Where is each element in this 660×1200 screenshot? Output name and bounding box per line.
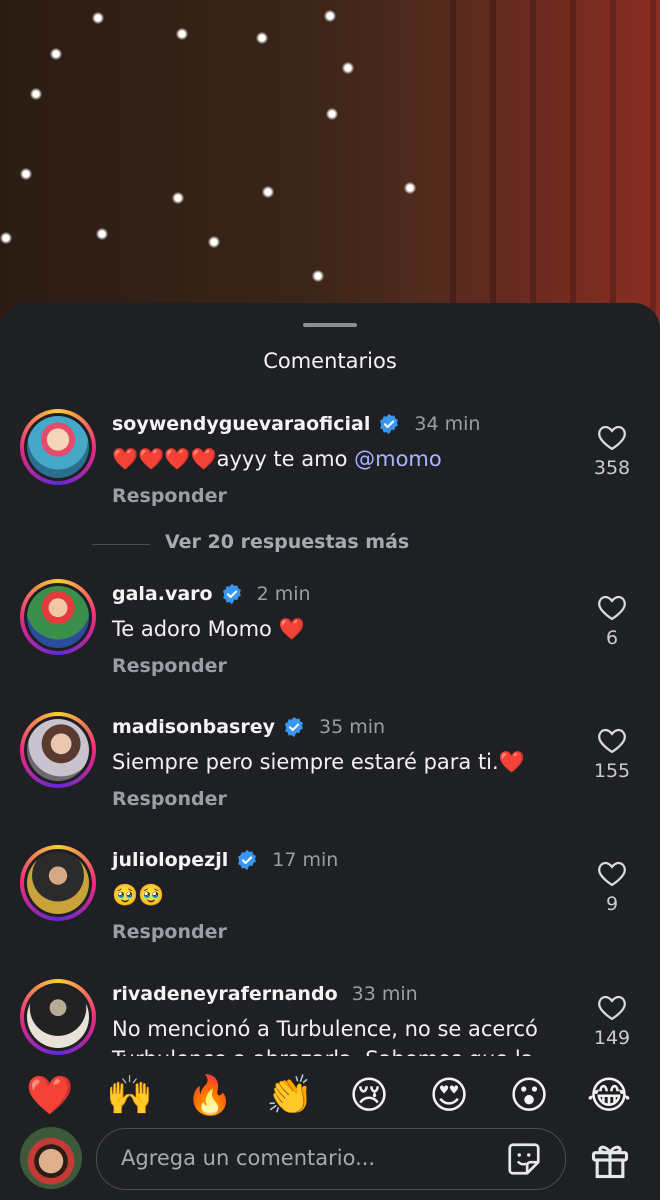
snowflake [20, 168, 32, 180]
snowflake [312, 270, 324, 282]
curtain-decoration [450, 0, 660, 340]
comment-time: 34 min [414, 413, 481, 435]
like-count: 149 [593, 1027, 631, 1049]
emoji-laughing[interactable]: 😂 [586, 1072, 632, 1118]
heart-icon[interactable] [597, 593, 627, 621]
comment-time: 33 min [351, 983, 418, 1005]
comment-header: madisonbasrey 35 min [112, 714, 385, 740]
like-control[interactable]: 6 [582, 593, 642, 649]
verified-badge-icon [238, 849, 257, 871]
like-count: 9 [605, 893, 619, 915]
comment-text: Siempre pero siempre estaré para ti.❤️ [112, 750, 525, 774]
emoji-heart-eyes[interactable]: 😍 [426, 1072, 472, 1118]
snowflake [0, 232, 12, 244]
like-control[interactable]: 358 [582, 423, 642, 479]
emoji-crying[interactable]: 😢 [346, 1072, 392, 1118]
comment-text: No mencionó a Turbulence, no se acercó T… [112, 1017, 538, 1059]
heart-icon[interactable] [597, 726, 627, 754]
drag-handle[interactable] [303, 323, 357, 327]
snowflake [92, 12, 104, 24]
username[interactable]: madisonbasrey [112, 716, 275, 738]
gift-icon[interactable] [588, 1138, 632, 1182]
like-count: 155 [593, 760, 631, 782]
snowflake [30, 88, 42, 100]
divider [92, 544, 150, 545]
emoji-heart[interactable]: ❤️ [26, 1072, 73, 1118]
avatar[interactable] [20, 979, 96, 1055]
avatar[interactable] [20, 845, 96, 921]
username[interactable]: rivadeneyrafernando [112, 983, 338, 1005]
like-count: 358 [593, 457, 631, 479]
avatar-image [27, 852, 89, 914]
comment-time: 17 min [272, 849, 339, 871]
emoji-surprised[interactable]: 😮 [506, 1072, 552, 1118]
comment-input-placeholder: Agrega un comentario... [121, 1146, 376, 1170]
comment-emoji: ❤️❤️❤️❤️ [112, 447, 217, 471]
emoji-clap[interactable]: 👏 [266, 1072, 313, 1118]
username[interactable]: soywendyguevaraoficial [112, 413, 370, 435]
emoji-fire[interactable]: 🔥 [186, 1072, 233, 1118]
avatar-image [27, 719, 89, 781]
comment-text: 🥹🥹 [112, 883, 165, 907]
avatar-image [27, 416, 89, 478]
comment-header: gala.varo 2 min [112, 581, 311, 607]
snowflake [262, 186, 274, 198]
like-count: 6 [605, 627, 619, 649]
username[interactable]: gala.varo [112, 583, 213, 605]
my-avatar[interactable] [20, 1127, 82, 1189]
reply-button[interactable]: Responder [112, 921, 227, 943]
comment-input[interactable]: Agrega un comentario... [96, 1128, 566, 1190]
avatar[interactable] [20, 712, 96, 788]
heart-icon[interactable] [597, 423, 627, 451]
comment-header: soywendyguevaraoficial 34 min [112, 411, 480, 437]
avatar-image [27, 986, 89, 1048]
snowflake [176, 28, 188, 40]
avatar[interactable] [20, 409, 96, 485]
verified-badge-icon [285, 716, 303, 738]
comment-time: 2 min [256, 583, 311, 605]
reply-button[interactable]: Responder [112, 788, 227, 810]
comment-header: juliolopezjl 17 min [112, 847, 338, 873]
snowflake [96, 228, 108, 240]
verified-badge-icon [222, 583, 241, 605]
comment-composer: Agrega un comentario... [0, 1120, 660, 1200]
comments-list[interactable]: soywendyguevaraoficial 34 min ❤️❤️❤️❤️ay… [0, 401, 660, 1059]
snowflake [342, 62, 354, 74]
like-control[interactable]: 155 [582, 726, 642, 782]
video-background [0, 0, 660, 340]
username[interactable]: juliolopezjl [112, 849, 228, 871]
heart-icon[interactable] [597, 859, 627, 887]
snowflake [208, 236, 220, 248]
snowflake [172, 192, 184, 204]
comment-text: Te adoro Momo ❤️ [112, 617, 305, 641]
view-more-replies[interactable]: Ver 20 respuestas más [0, 529, 660, 559]
heart-icon[interactable] [597, 993, 627, 1021]
snowflake [50, 48, 62, 60]
snowflake [256, 32, 268, 44]
snowflake [326, 108, 338, 120]
mention-link[interactable]: @momo [354, 447, 442, 471]
sticker-icon[interactable] [505, 1140, 543, 1178]
verified-badge-icon [380, 413, 399, 435]
like-control[interactable]: 9 [582, 859, 642, 915]
snowflake [404, 182, 416, 194]
reply-button[interactable]: Responder [112, 655, 227, 677]
comment-text: ❤️❤️❤️❤️ayyy te amo @momo [112, 447, 442, 471]
comment-header: rivadeneyrafernando 33 min [112, 981, 418, 1007]
like-control[interactable]: 149 [582, 993, 642, 1049]
avatar[interactable] [20, 579, 96, 655]
snowflake [324, 10, 336, 22]
reply-button[interactable]: Responder [112, 485, 227, 507]
sheet-title: Comentarios [263, 349, 397, 373]
comment-time: 35 min [319, 716, 386, 738]
emoji-raised-hands[interactable]: 🙌 [106, 1072, 153, 1118]
avatar-image [27, 586, 89, 648]
view-more-replies-label[interactable]: Ver 20 respuestas más [165, 531, 409, 553]
